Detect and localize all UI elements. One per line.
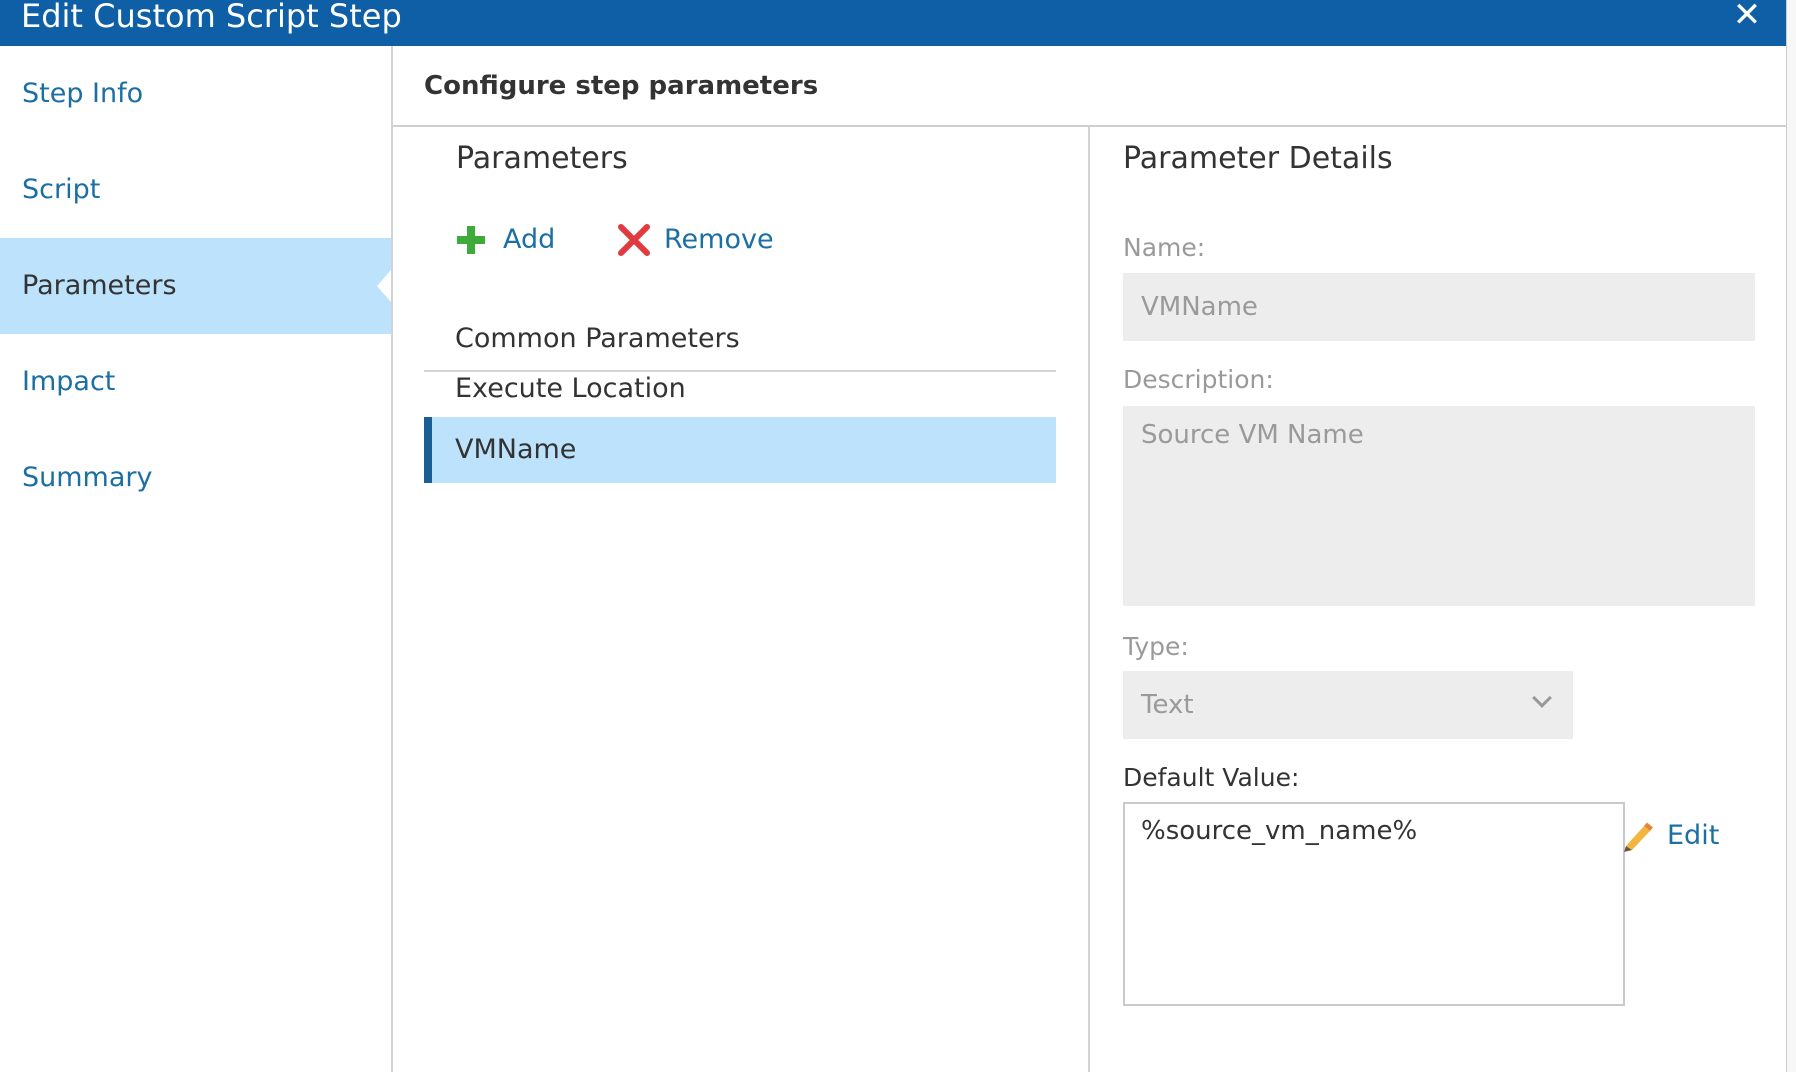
wizard-sidebar: Step Info Script Parameters Impact Summa… [0,46,391,1072]
parameter-details-title: Parameter Details [1123,141,1393,176]
background-window-edge [1786,0,1796,1072]
remove-label: Remove [664,224,774,255]
edit-label: Edit [1667,820,1720,851]
sidebar-item-summary[interactable]: Summary [0,430,391,526]
parameters-panel: Parameters Add Remove Common Parameters … [393,127,1088,1072]
edit-default-value-button[interactable]: Edit [1620,820,1730,860]
x-icon [618,224,650,256]
name-field[interactable]: VMName [1123,273,1755,341]
dialog-title: Edit Custom Script Step [21,0,402,35]
remove-parameter-button[interactable]: Remove [617,220,787,260]
sidebar-item-script[interactable]: Script [0,142,391,238]
close-icon[interactable]: ✕ [1730,0,1764,32]
sidebar-item-impact[interactable]: Impact [0,334,391,430]
content-header: Configure step parameters [393,46,1786,127]
sidebar-item-step-info[interactable]: Step Info [0,46,391,142]
name-label: Name: [1123,233,1206,262]
parameter-row-vmname[interactable]: VMName [424,417,1056,483]
add-label: Add [503,224,556,255]
type-select-value: Text [1141,690,1194,720]
type-label: Type: [1123,632,1189,661]
parameter-details-panel: Parameter Details Name: VMName Descripti… [1090,127,1786,1072]
sidebar-item-parameters[interactable]: Parameters [0,238,391,334]
content-heading: Configure step parameters [424,71,819,101]
parameters-title: Parameters [456,141,628,176]
dialog-titlebar: Edit Custom Script Step ✕ [0,0,1786,46]
default-value-field[interactable]: %source_vm_name% [1123,802,1625,1006]
active-step-arrow [377,270,391,302]
description-field[interactable]: Source VM Name [1123,406,1755,606]
default-value-label: Default Value: [1123,763,1300,792]
content-area: Configure step parameters Parameters Add… [393,46,1786,1072]
type-select[interactable]: Text [1123,671,1573,739]
edit-custom-script-step-dialog: Edit Custom Script Step ✕ Step Info Scri… [0,0,1796,1072]
plus-icon [457,226,485,254]
pencil-icon [1624,822,1653,852]
add-parameter-button[interactable]: Add [456,220,566,260]
chevron-down-icon [1532,688,1552,708]
parameter-row-execute-location[interactable]: Execute Location [424,356,1056,422]
description-label: Description: [1123,365,1274,394]
